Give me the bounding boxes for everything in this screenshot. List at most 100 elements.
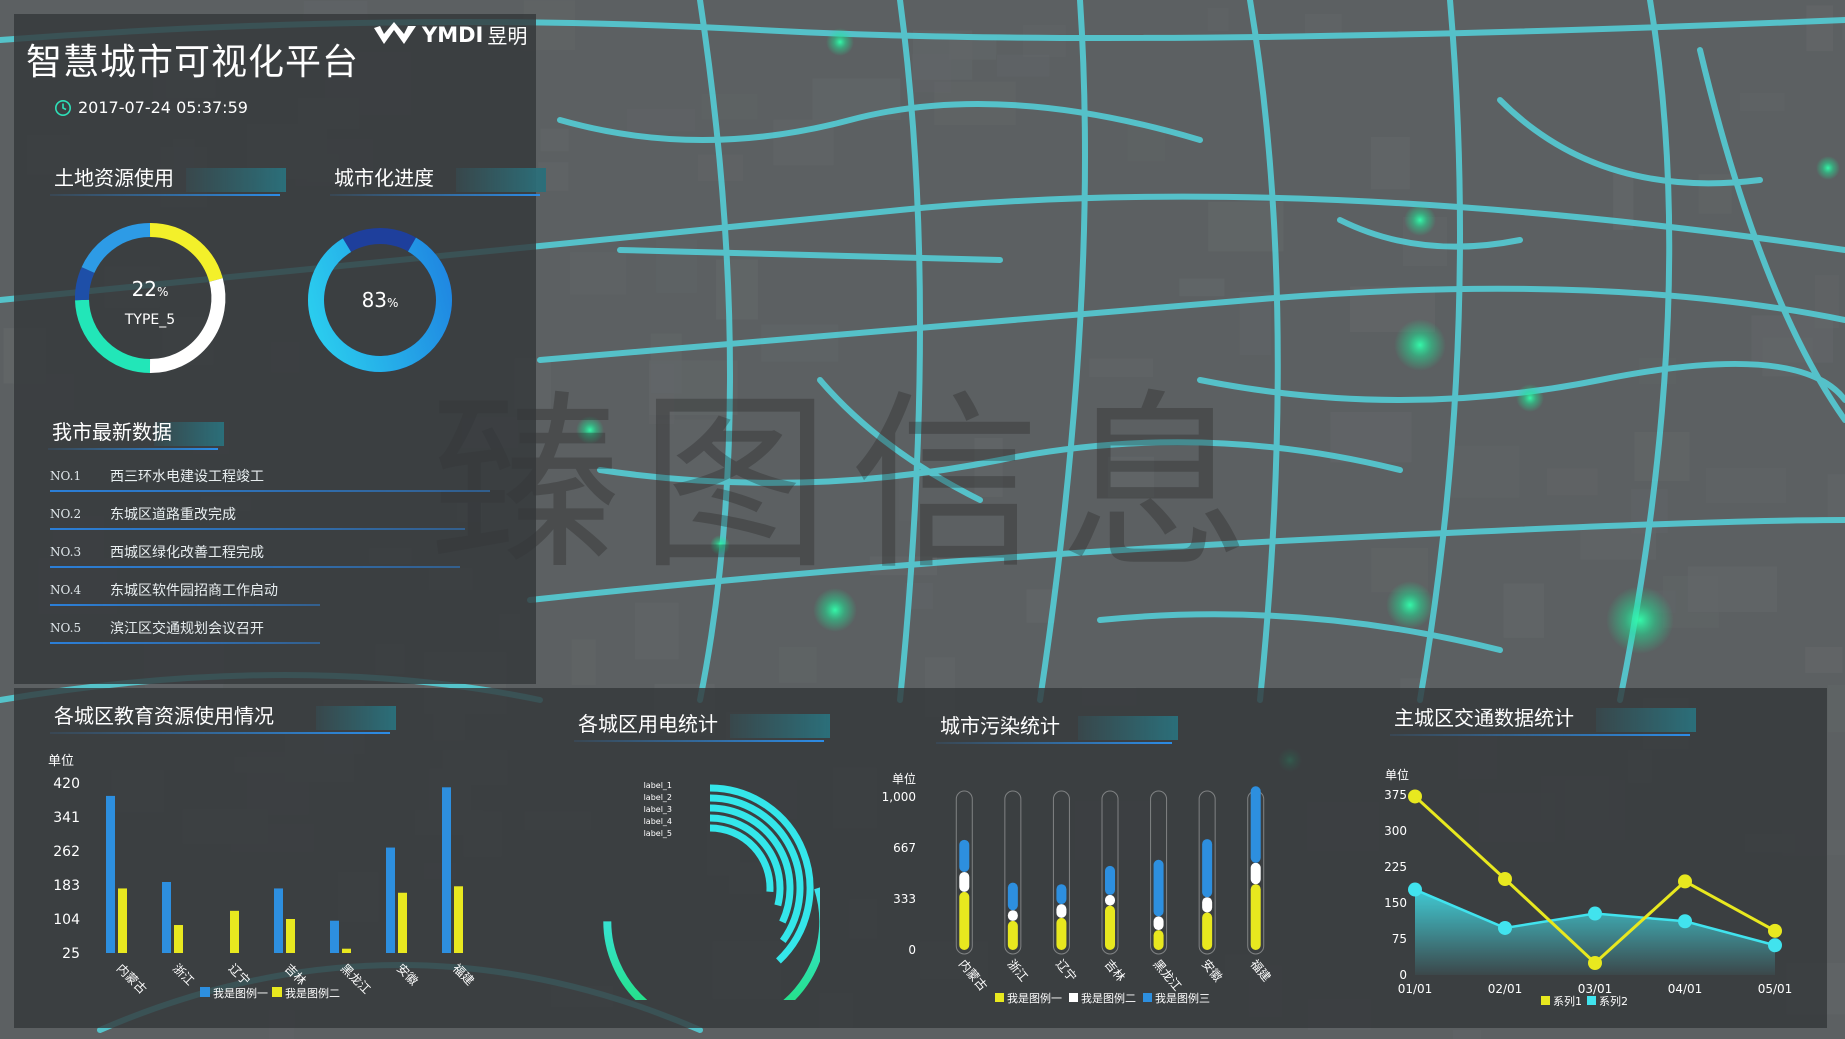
education-xtick: 福建 [450, 961, 478, 989]
land-segment-green [75, 299, 151, 373]
section-urban-title: 城市化进度 [330, 164, 546, 196]
pollution-xtick: 黑龙江 [1150, 957, 1184, 994]
land-gauge-label: TYPE_5 [124, 312, 175, 328]
traffic-ytick: 150 [1384, 896, 1407, 910]
power-label: label_3 [644, 805, 672, 814]
pollution-bar-segment [1202, 839, 1213, 898]
education-ytick: 341 [53, 810, 80, 826]
news-item[interactable]: NO.2 东城区道路重改完成 [50, 495, 490, 533]
map-block [1370, 136, 1410, 190]
power-label: label_5 [644, 829, 672, 838]
pollution-bar-segment [959, 871, 970, 892]
news-item-text: 滨江区交通规划会议召开 [110, 621, 264, 637]
pollution-bar-segment [1250, 786, 1261, 863]
map-block [716, 259, 758, 320]
education-bar-series1 [162, 881, 171, 953]
education-xtick: 辽宁 [226, 961, 254, 989]
clock: 2017-07-24 05:37:59 [54, 98, 248, 117]
urban-gauge: 83% [308, 228, 452, 372]
pollution-bar-segment [1250, 862, 1261, 885]
pollution-legend-swatch [1069, 993, 1078, 1002]
map-block [1450, 445, 1520, 498]
news-item-no: NO.2 [50, 507, 82, 521]
land-segment-blue [81, 223, 151, 274]
news-item-text: 东城区软件园招商工作启动 [110, 583, 278, 599]
map-block [996, 54, 1050, 77]
map-block [1207, 8, 1229, 32]
land-gauge-value: 22% [132, 277, 169, 301]
news-item[interactable]: NO.4 东城区软件园招商工作启动 [50, 571, 490, 609]
map-block [1304, 13, 1342, 35]
map-block [1827, 684, 1845, 733]
land-segment-darkblue [75, 267, 95, 301]
news-item-no: NO.4 [50, 583, 82, 597]
map-hotspot [1816, 156, 1840, 180]
pollution-ytick: 333 [893, 892, 916, 906]
map-block [1546, 468, 1598, 496]
land-segment-yellow [149, 222, 223, 283]
pollution-bar-segment [1007, 882, 1018, 911]
traffic-point-series1 [1588, 956, 1602, 970]
pollution-bar-segment [1007, 910, 1018, 921]
pollution-xtick: 福建 [1247, 956, 1274, 984]
clock-icon [55, 99, 71, 116]
pollution-ytick: 0 [908, 943, 916, 957]
pollution-bar-segment [1250, 884, 1261, 950]
map-hotspot [1394, 319, 1446, 371]
map-block [1805, 646, 1843, 673]
map-block [778, 646, 817, 683]
education-bar-series2 [398, 892, 407, 953]
traffic-point-series1 [1678, 874, 1692, 889]
section-land-title: 土地资源使用 [50, 164, 286, 196]
news-item[interactable]: NO.1 西三环水电建设工程竣工 [50, 457, 490, 495]
map-hotspot [1404, 204, 1436, 236]
map-block [1806, 5, 1833, 52]
traffic-point-series1 [1408, 789, 1422, 804]
traffic-xtick: 04/01 [1668, 982, 1703, 996]
news-item[interactable]: NO.3 西城区绿化改善工程完成 [50, 533, 490, 571]
traffic-legend-swatch [1541, 996, 1550, 1005]
news-item-no: NO.3 [50, 545, 82, 559]
map-block [1179, 278, 1225, 297]
traffic-point-series1 [1768, 923, 1782, 938]
traffic-legend-label: 系列1 [1553, 994, 1582, 1008]
power-label: label_2 [644, 793, 672, 802]
traffic-ytick: 0 [1399, 968, 1407, 982]
section-power-title: 各城区用电统计 [574, 710, 830, 742]
pollution-xtick: 浙江 [1005, 957, 1031, 984]
traffic-ytick: 75 [1392, 932, 1407, 946]
map-block [634, 602, 679, 660]
pollution-bar-segment [1105, 905, 1115, 950]
urban-gauge-value: 83% [362, 288, 399, 312]
section-news-title: 我市最新数据 [48, 418, 224, 450]
pollution-xtick: 内蒙古 [956, 956, 991, 993]
map-block [1452, 1029, 1481, 1039]
education-bar-series2 [230, 910, 239, 953]
pollution-bar-segment [1007, 920, 1018, 950]
education-bar-series2 [342, 948, 351, 953]
page-title: 智慧城市可视化平台 [26, 42, 360, 83]
map-block [1023, 25, 1066, 57]
traffic-xtick: 05/01 [1758, 982, 1793, 996]
pollution-legend-label: 我是图例三 [1155, 991, 1210, 1005]
pollution-legend-label: 我是图例一 [1007, 991, 1062, 1005]
education-bar-series1 [386, 847, 395, 953]
education-ytick: 262 [53, 844, 80, 860]
news-list: NO.1 西三环水电建设工程竣工 NO.2 东城区道路重改完成 NO.3 西城区绿化改… [50, 457, 490, 647]
education-xtick: 吉林 [282, 961, 309, 988]
pollution-ylabel: 单位 [892, 771, 916, 786]
power-chart: label_1 label_2 label_3 label_4 label_5 [603, 781, 820, 1000]
pollution-bar-segment [1202, 912, 1213, 950]
traffic-point-series1 [1498, 872, 1512, 886]
traffic-xtick: 02/01 [1488, 982, 1523, 996]
education-xtick: 内蒙古 [114, 961, 150, 997]
pollution-chart: 单位 1,000 667 333 0 内蒙古 浙江 辽宁 吉林 黑龙江 安徽 福建我是图例一 我是图例二… [882, 771, 1275, 1005]
traffic-chart: 单位 375 300 225 150 75 001/01 02/01 03/01 04/01 05/… [1384, 767, 1793, 1008]
traffic-xtick: 01/01 [1398, 982, 1433, 996]
traffic-ytick: 300 [1384, 824, 1407, 838]
land-gauge: 22% TYPE_5 [75, 222, 226, 374]
pollution-bar-segment [1056, 917, 1067, 950]
traffic-ytick: 375 [1384, 788, 1407, 802]
news-item[interactable]: NO.5 滨江区交通规划会议召开 [50, 609, 490, 647]
map-block [569, 252, 627, 295]
